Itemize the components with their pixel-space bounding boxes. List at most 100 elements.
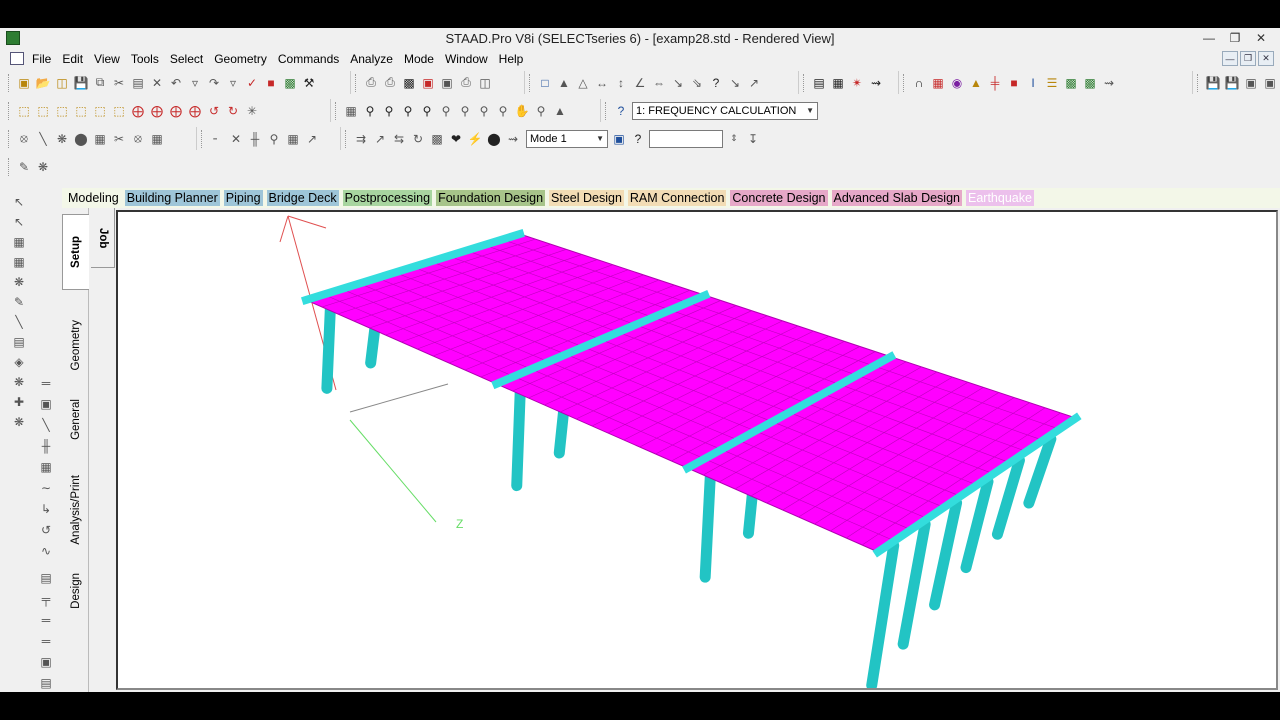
help-icon[interactable]: ? bbox=[708, 75, 724, 91]
left-view-icon[interactable]: ⬚ bbox=[73, 103, 89, 119]
menu-select[interactable]: Select bbox=[170, 52, 203, 66]
print-icon[interactable]: ⎙ bbox=[363, 75, 379, 91]
tab-advanced-slab-design[interactable]: Advanced Slab Design bbox=[831, 190, 962, 206]
nodes-cursor-icon[interactable]: ↖ bbox=[11, 194, 27, 210]
zoom-extents-icon[interactable]: ⚲ bbox=[438, 103, 454, 119]
parametric-icon[interactable]: ◈ bbox=[11, 354, 27, 370]
zoom-in-icon[interactable]: ⚲ bbox=[381, 103, 397, 119]
download-icon[interactable]: ↧ bbox=[745, 131, 761, 147]
snap-icon[interactable]: ✳ bbox=[244, 103, 260, 119]
translational-repeat-icon[interactable]: ⇉ bbox=[353, 131, 369, 147]
split-beam-icon[interactable]: ✕ bbox=[228, 131, 244, 147]
open-icon[interactable]: ◫ bbox=[54, 75, 70, 91]
section-icon[interactable]: ▦ bbox=[930, 75, 946, 91]
tab-foundation-design[interactable]: Foundation Design bbox=[436, 190, 546, 206]
bridge-icon[interactable]: ╪ bbox=[987, 75, 1003, 91]
redo-icon[interactable]: ↷ bbox=[206, 75, 222, 91]
view-mode-icon[interactable]: ▣ bbox=[611, 131, 627, 147]
tab-ram-connection[interactable]: RAM Connection bbox=[627, 190, 727, 206]
redo-dropdown-icon[interactable]: ▿ bbox=[225, 75, 241, 91]
camera-icon[interactable]: ▣ bbox=[1243, 75, 1259, 91]
clipboard-icon[interactable]: ■ bbox=[263, 75, 279, 91]
spinner-icon[interactable]: ⇕ bbox=[726, 131, 742, 147]
circular-repeat-icon[interactable]: ⦻ bbox=[130, 131, 146, 147]
element-icon[interactable]: ❋ bbox=[11, 374, 27, 390]
transfer-icon[interactable]: ⇝ bbox=[1101, 75, 1117, 91]
menu-file[interactable]: File bbox=[32, 52, 51, 66]
context-help-icon[interactable]: ↘ bbox=[727, 75, 743, 91]
tools-icon[interactable]: ❋ bbox=[35, 159, 51, 175]
surfaces-cursor-icon[interactable]: ▦ bbox=[11, 254, 27, 270]
align-icon[interactable]: ↗ bbox=[304, 131, 320, 147]
pencil-icon[interactable]: ✎ bbox=[16, 159, 32, 175]
check-icon[interactable]: ✓ bbox=[244, 75, 260, 91]
magnify-icon[interactable]: ⚲ bbox=[533, 103, 549, 119]
doc-minimize-button[interactable]: — bbox=[1222, 51, 1238, 66]
copy-page-icon[interactable]: ⧉ bbox=[92, 75, 108, 91]
tab-general[interactable]: General bbox=[62, 384, 89, 454]
add-solid-icon[interactable]: ▦ bbox=[92, 131, 108, 147]
loads-icon[interactable]: ✴ bbox=[849, 75, 865, 91]
rendered-view-viewport[interactable]: Z bbox=[116, 210, 1278, 690]
doc-close-button[interactable]: ✕ bbox=[1258, 51, 1274, 66]
open-folder-icon[interactable]: 📂 bbox=[35, 75, 51, 91]
zoom-out-icon[interactable]: ⚲ bbox=[419, 103, 435, 119]
zoom-dynamic-icon[interactable]: ⚲ bbox=[476, 103, 492, 119]
export-icon[interactable]: ◫ bbox=[477, 75, 493, 91]
structure-wizard-icon[interactable]: ▩ bbox=[282, 75, 298, 91]
scale-icon[interactable]: ⇝ bbox=[868, 75, 884, 91]
top-view-icon[interactable]: ⬚ bbox=[111, 103, 127, 119]
physical-members-icon[interactable]: ▤ bbox=[11, 334, 27, 350]
menu-tools[interactable]: Tools bbox=[131, 52, 159, 66]
tool-3-icon[interactable]: ╲ bbox=[38, 417, 54, 433]
add-plate-icon[interactable]: ❋ bbox=[54, 131, 70, 147]
tab-job[interactable]: Job bbox=[91, 208, 115, 268]
zoom-previous-icon[interactable]: ⚲ bbox=[457, 103, 473, 119]
eye-icon[interactable]: ◉ bbox=[949, 75, 965, 91]
ruler-icon[interactable]: ⇘ bbox=[689, 75, 705, 91]
tool-7-icon[interactable]: ↳ bbox=[38, 501, 54, 517]
tool-12-icon[interactable]: ═ bbox=[38, 612, 54, 628]
geometry-cursor-icon[interactable]: ✎ bbox=[11, 294, 27, 310]
menu-edit[interactable]: Edit bbox=[62, 52, 83, 66]
save-view-icon[interactable]: 💾 bbox=[1205, 75, 1221, 91]
beams-cursor-icon[interactable]: ↖ bbox=[11, 214, 27, 230]
save-icon[interactable]: 💾 bbox=[73, 75, 89, 91]
tool-14-icon[interactable]: ▣ bbox=[38, 654, 54, 670]
tab-geometry[interactable]: Geometry bbox=[62, 304, 89, 386]
render-icon[interactable]: ▲ bbox=[968, 75, 984, 91]
tool-15-icon[interactable]: ▤ bbox=[38, 675, 54, 691]
report-setup-icon[interactable]: ▩ bbox=[1082, 75, 1098, 91]
print-preview-icon[interactable]: ⎙ bbox=[382, 75, 398, 91]
beam-ends-cursor-icon[interactable]: ╲ bbox=[11, 314, 27, 330]
paste-icon[interactable]: ▤ bbox=[130, 75, 146, 91]
move-icon[interactable]: ↗ bbox=[372, 131, 388, 147]
picture-icon[interactable]: ▣ bbox=[439, 75, 455, 91]
table-icon[interactable]: ☰ bbox=[1044, 75, 1060, 91]
iso-view-icon[interactable]: ⬚ bbox=[16, 103, 32, 119]
node-query-icon[interactable]: ▲ bbox=[556, 75, 572, 91]
tab-setup[interactable]: Setup bbox=[62, 214, 89, 290]
undo-dropdown-icon[interactable]: ▿ bbox=[187, 75, 203, 91]
add-node-icon[interactable]: ✚ bbox=[11, 394, 27, 410]
dimension-icon[interactable]: ↔ bbox=[594, 75, 610, 91]
cut-section-icon[interactable]: ✂ bbox=[111, 131, 127, 147]
tool-1-icon[interactable]: ═ bbox=[38, 375, 54, 391]
close-button[interactable]: ✕ bbox=[1250, 29, 1272, 47]
solids-cursor-icon[interactable]: ❋ bbox=[11, 274, 27, 290]
tab-earthquake[interactable]: Earthquake bbox=[966, 190, 1034, 206]
what-is-icon[interactable]: ↗ bbox=[746, 75, 762, 91]
cursor-icon[interactable]: ↘ bbox=[670, 75, 686, 91]
menu-geometry[interactable]: Geometry bbox=[214, 52, 267, 66]
export-view-icon[interactable]: ▣ bbox=[1262, 75, 1278, 91]
rotate-right-icon[interactable]: ⨁ bbox=[187, 103, 203, 119]
zoom-all-icon[interactable]: ⚲ bbox=[495, 103, 511, 119]
front-view-icon[interactable]: ⬚ bbox=[35, 103, 51, 119]
add-surface-icon[interactable]: ⬤ bbox=[73, 131, 89, 147]
snapshot-icon[interactable]: ▣ bbox=[420, 75, 436, 91]
rotate-up-icon[interactable]: ⨁ bbox=[130, 103, 146, 119]
shape-icon[interactable]: ❤ bbox=[448, 131, 464, 147]
snap-node-icon[interactable]: ⦻ bbox=[16, 131, 32, 147]
tab-building-planner[interactable]: Building Planner bbox=[124, 190, 220, 206]
zoom-window-icon[interactable]: ⚲ bbox=[362, 103, 378, 119]
